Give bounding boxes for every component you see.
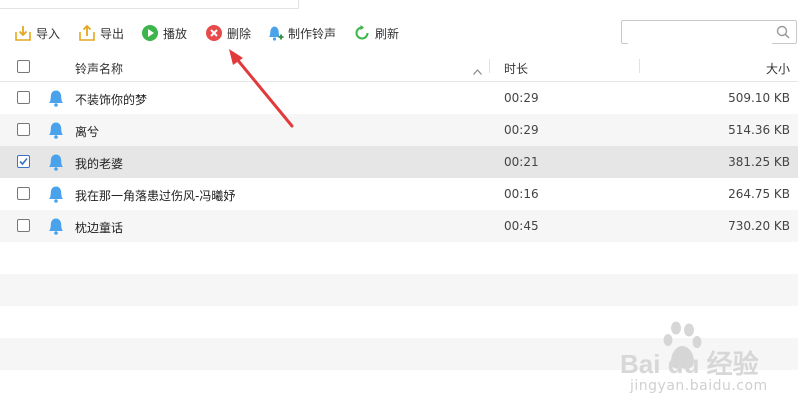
import-label: 导入 [36,26,61,41]
table-header: 铃声名称 时长 大小 [0,52,798,82]
ringtone-name: 我的老婆 [75,157,124,171]
ringtone-size: 509.10 KB [728,91,790,105]
table-row[interactable]: 不装饰你的梦 00:29 509.10 KB [0,82,798,114]
import-button[interactable]: 导入 [14,23,60,43]
watermark-brand: Bai du 经验 [620,349,759,379]
row-checkbox[interactable] [17,219,30,232]
row-checkbox[interactable] [17,123,30,136]
table-row[interactable]: 离兮 00:29 514.36 KB [0,114,798,146]
ringtone-duration: 00:29 [504,123,539,137]
bell-icon [46,88,66,108]
tab-strip [0,0,798,9]
bell-icon [46,152,66,172]
make-ringtone-label: 制作铃声 [288,26,337,41]
ringtone-size: 730.20 KB [728,219,790,233]
make-ringtone-button[interactable]: 制作铃声 [266,23,336,43]
column-header-duration[interactable]: 时长 [504,60,528,77]
column-separator [489,59,490,73]
play-button[interactable]: 播放 [141,23,187,43]
ringtone-size: 381.25 KB [728,155,790,169]
row-checkbox[interactable] [17,187,30,200]
watermark: Bai du 经验 jingyan.baidu.com [612,318,797,400]
table-row[interactable]: 我在那一角落患过伤风-冯曦妤 00:16 264.75 KB [0,178,798,210]
empty-row [0,242,798,274]
sort-arrow-icon[interactable] [473,64,482,78]
row-checkbox[interactable] [17,91,30,104]
delete-label: 删除 [227,26,252,41]
bell-icon [46,184,66,204]
ringtone-name: 不装饰你的梦 [75,93,148,107]
search-input[interactable] [628,22,772,44]
ringtone-size: 264.75 KB [728,187,790,201]
refresh-button[interactable]: 刷新 [353,23,399,43]
import-icon [14,24,32,42]
delete-icon [205,24,223,42]
tab-divider [298,0,299,9]
ringtone-name: 离兮 [75,125,100,139]
bell-icon [46,120,66,140]
ringtone-duration: 00:45 [504,219,539,233]
search-icon[interactable] [776,25,790,39]
ringtone-name: 我在那一角落患过伤风-冯曦妤 [75,189,236,203]
checkmark-icon [19,157,28,166]
column-separator [639,59,640,73]
refresh-label: 刷新 [375,26,400,41]
column-header-name[interactable]: 铃声名称 [75,60,123,77]
export-button[interactable]: 导出 [78,23,124,43]
refresh-icon [353,24,371,42]
select-all-checkbox[interactable] [17,60,30,73]
table-row[interactable]: 枕边童话 00:45 730.20 KB [0,210,798,242]
ringtone-size: 514.36 KB [728,123,790,137]
play-label: 播放 [163,26,188,41]
tab-underline [0,0,298,9]
empty-row [0,274,798,306]
ringtone-name: 枕边童话 [75,221,124,235]
table-row[interactable]: 我的老婆 00:21 381.25 KB [0,146,798,178]
row-checkbox[interactable] [17,155,30,168]
bell-plus-icon [266,24,284,42]
ringtone-duration: 00:16 [504,187,539,201]
column-header-size[interactable]: 大小 [766,60,790,77]
ringtone-duration: 00:29 [504,91,539,105]
search-box[interactable] [621,20,797,44]
watermark-url: jingyan.baidu.com [630,378,768,394]
ringtone-duration: 00:21 [504,155,539,169]
bell-icon [46,216,66,236]
delete-button[interactable]: 删除 [205,23,251,43]
export-icon [78,24,96,42]
play-icon [141,24,159,42]
export-label: 导出 [100,26,125,41]
